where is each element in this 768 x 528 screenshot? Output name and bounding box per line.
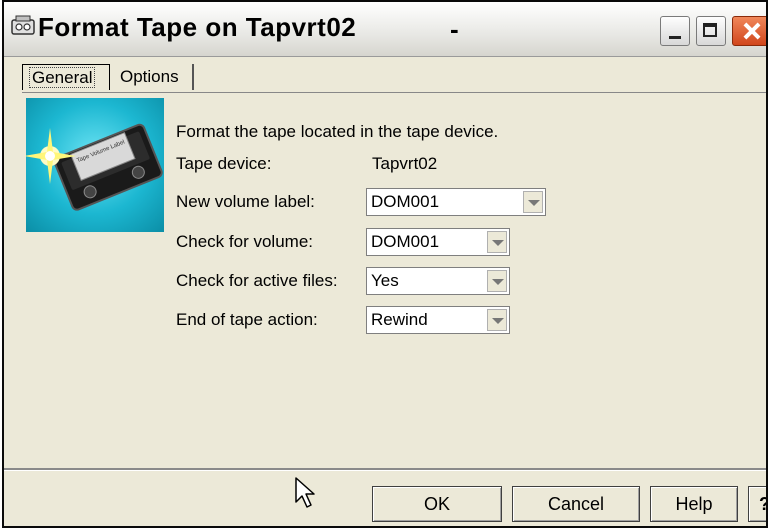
chevron-down-icon[interactable] (523, 191, 543, 213)
tab-options[interactable]: Options (114, 64, 194, 90)
chevron-down-icon[interactable] (487, 231, 507, 253)
tape-device-value: Tapvrt02 (372, 154, 438, 173)
end-of-tape-action-label: End of tape action: (176, 310, 318, 329)
check-for-volume-label: Check for volume: (176, 232, 313, 251)
button-separator (4, 468, 766, 471)
close-button[interactable] (732, 16, 766, 46)
window-title: Format Tape on Tapvrt02 (38, 12, 357, 42)
maximize-button[interactable] (696, 16, 726, 46)
end-of-tape-action-combo[interactable]: Rewind (366, 306, 510, 334)
chevron-down-icon[interactable] (487, 270, 507, 292)
window-title-suffix: - (450, 14, 459, 44)
mouse-cursor-icon (295, 477, 315, 508)
help-button[interactable]: Help (650, 486, 738, 522)
new-volume-label-label: New volume label: (176, 192, 315, 211)
check-for-volume-combo[interactable]: DOM001 (366, 228, 510, 256)
format-tape-dialog: Format Tape on Tapvrt02 - General Option… (2, 0, 768, 528)
tab-general-label: General (29, 67, 96, 88)
check-active-files-label: Check for active files: (176, 271, 338, 290)
check-active-files-combo[interactable]: Yes (366, 267, 510, 295)
tape-cartridge-icon: Tape Volume Label (26, 98, 164, 232)
new-volume-label-combo[interactable]: DOM001 (366, 188, 546, 216)
check-active-files-value: Yes (371, 271, 399, 290)
new-volume-label-value: DOM001 (371, 192, 440, 211)
end-of-tape-action-value: Rewind (371, 310, 428, 329)
tab-divider (22, 92, 766, 93)
tape-icon (11, 15, 35, 35)
format-description: Format the tape located in the tape devi… (176, 122, 499, 141)
chevron-down-icon[interactable] (487, 309, 507, 331)
ok-button[interactable]: OK (372, 486, 502, 522)
cancel-button[interactable]: Cancel (512, 486, 640, 522)
tab-general[interactable]: General (22, 64, 110, 90)
tape-device-label: Tape device: (176, 154, 272, 173)
title-bar[interactable]: Format Tape on Tapvrt02 - (4, 2, 766, 57)
tab-options-label: Options (120, 67, 179, 86)
minimize-button[interactable] (660, 16, 690, 46)
check-for-volume-value: DOM001 (371, 232, 440, 251)
whats-this-button[interactable]: ? (748, 486, 766, 522)
